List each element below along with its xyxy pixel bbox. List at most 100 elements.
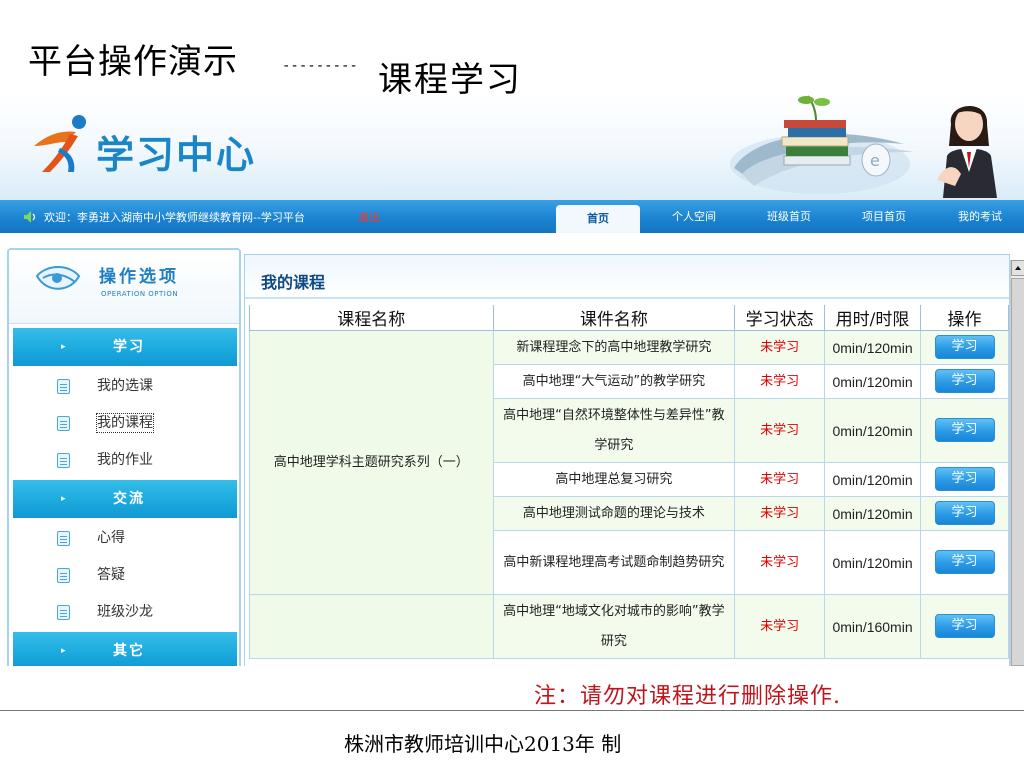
document-icon — [57, 453, 70, 468]
footer-credit: 株洲市教师培训中心2013年 制 — [344, 732, 622, 756]
time-used: 0min/160min — [824, 594, 922, 659]
time-used: 0min/120min — [824, 398, 922, 463]
books-illustration-icon: e — [730, 95, 914, 194]
sidebar-item-qa[interactable]: 答疑 — [9, 557, 239, 593]
sidebar-item-label: 答疑 — [97, 567, 125, 583]
sidebar-header: 操作选项 OPERATION OPTION — [9, 250, 239, 324]
study-button[interactable]: 学习 — [934, 550, 995, 574]
speaker-icon — [24, 211, 36, 223]
courseware-name: 高中新课程地理高考试题命制趋势研究 — [492, 530, 736, 595]
time-used: 0min/120min — [824, 462, 922, 497]
document-icon — [57, 416, 70, 431]
action-cell: 学习 — [920, 364, 1009, 399]
logo-icon — [34, 115, 86, 172]
courseware-name: 高中地理测试命题的理论与技术 — [492, 496, 736, 531]
sidebar-item-label: 我的选课 — [97, 378, 153, 394]
vertical-scrollbar[interactable] — [1010, 260, 1024, 666]
sidebar-item-class-salon[interactable]: 班级沙龙 — [9, 594, 239, 630]
panel-header: 我的课程 — [245, 255, 1009, 299]
eye-icon — [35, 266, 81, 290]
column-header: 课程名称 — [249, 305, 494, 331]
table-header-row: 课程名称 课件名称 学习状态 用时/时限 操作 — [249, 305, 1009, 331]
welcome-text: 欢迎：李勇进入湖南中小学教师继续教育网--学习平台 — [44, 211, 305, 224]
sidebar-item-label: 心得 — [97, 530, 125, 546]
table-row: 高中地理“地域文化对城市的影响”教学研究 未学习 0min/160min 学习 — [249, 594, 1009, 659]
study-status: 未学习 — [734, 398, 826, 463]
scrollbar-thumb[interactable] — [1011, 278, 1024, 666]
panel-title: 我的课程 — [261, 273, 326, 292]
sidebar-section-communication[interactable]: ▸ 交流 — [13, 480, 237, 518]
document-icon — [57, 379, 70, 394]
column-header: 操作 — [920, 305, 1009, 331]
sidebar-section-study[interactable]: ▸ 学习 — [13, 328, 237, 366]
logout-link[interactable]: 退出 — [358, 209, 380, 225]
tab-class-home[interactable]: 班级首页 — [757, 200, 821, 233]
sidebar: 操作选项 OPERATION OPTION ▸ 学习 我的选课 我的课程 我的作… — [7, 248, 241, 666]
sidebar-section-label: 交流 — [113, 491, 145, 507]
sidebar-section-label: 学习 — [113, 339, 145, 355]
slide-title: 平台操作演示 — [28, 42, 238, 82]
action-cell: 学习 — [920, 594, 1009, 659]
tab-project-home[interactable]: 项目首页 — [852, 200, 916, 233]
sidebar-item-my-courses[interactable]: 我的课程 — [9, 405, 239, 441]
study-status: 未学习 — [734, 462, 826, 497]
document-icon — [57, 605, 70, 620]
student-illustration-icon — [937, 105, 997, 198]
study-button[interactable]: 学习 — [934, 369, 995, 393]
action-cell: 学习 — [920, 496, 1009, 531]
scroll-up-arrow-icon[interactable] — [1011, 260, 1024, 276]
courseware-name: 高中地理总复习研究 — [492, 462, 736, 497]
study-status: 未学习 — [734, 330, 826, 365]
study-status: 未学习 — [734, 530, 826, 595]
time-used: 0min/120min — [824, 330, 922, 365]
time-used: 0min/120min — [824, 364, 922, 399]
triangle-right-icon: ▸ — [61, 342, 66, 352]
document-icon — [57, 568, 70, 583]
courses-table: 课程名称 课件名称 学习状态 用时/时限 操作 高中地理学科主题研究系列（一） … — [249, 305, 1009, 659]
action-cell: 学习 — [920, 462, 1009, 497]
study-button[interactable]: 学习 — [934, 418, 995, 442]
sidebar-item-label: 我的作业 — [97, 452, 153, 468]
courseware-name: 高中地理“地域文化对城市的影响”教学研究 — [492, 594, 736, 659]
tab-my-exams[interactable]: 我的考试 — [948, 200, 1012, 233]
tab-home[interactable]: 首页 — [556, 205, 640, 233]
sidebar-title-english: OPERATION OPTION — [101, 290, 179, 298]
study-status: 未学习 — [734, 594, 826, 659]
course-name-cell: 高中地理学科主题研究系列（一） — [249, 330, 494, 595]
action-cell: 学习 — [920, 398, 1009, 463]
sidebar-section-other[interactable]: ▸ 其它 — [13, 632, 237, 666]
sidebar-item-label: 我的课程 — [96, 413, 154, 433]
time-used: 0min/120min — [824, 530, 922, 595]
time-used: 0min/120min — [824, 496, 922, 531]
sidebar-item-my-homework[interactable]: 我的作业 — [9, 442, 239, 478]
courseware-name: 高中地理“自然环境整体性与差异性”教学研究 — [492, 398, 736, 463]
logo-text: 学习中心 — [96, 133, 257, 177]
triangle-right-icon: ▸ — [61, 646, 66, 656]
table-row: 高中地理学科主题研究系列（一） 新课程理念下的高中地理教学研究 未学习 0min… — [249, 330, 1009, 595]
document-icon — [57, 531, 70, 546]
top-nav-bar: 欢迎：李勇进入湖南中小学教师继续教育网--学习平台 退出 首页 个人空间 班级首… — [0, 200, 1024, 233]
svg-text:e: e — [870, 151, 880, 170]
course-name-cell — [249, 594, 494, 659]
sidebar-section-label: 其它 — [113, 643, 145, 659]
column-header: 学习状态 — [734, 305, 826, 331]
sidebar-item-my-selected-courses[interactable]: 我的选课 — [9, 368, 239, 404]
sidebar-item-label: 班级沙龙 — [97, 604, 153, 620]
warning-note: 注：请勿对课程进行删除操作. — [534, 684, 841, 709]
study-status: 未学习 — [734, 364, 826, 399]
study-button[interactable]: 学习 — [934, 335, 995, 359]
slide-title-separator: --------- — [282, 58, 358, 74]
my-courses-panel: 我的课程 课程名称 课件名称 学习状态 用时/时限 操作 高中地理学科主题研究系… — [244, 254, 1010, 666]
study-status: 未学习 — [734, 496, 826, 531]
study-button[interactable]: 学习 — [934, 467, 995, 491]
study-button[interactable]: 学习 — [934, 614, 995, 638]
tab-personal-space[interactable]: 个人空间 — [662, 200, 726, 233]
column-header: 用时/时限 — [824, 305, 922, 331]
column-header: 课件名称 — [492, 305, 736, 331]
sidebar-item-reflections[interactable]: 心得 — [9, 520, 239, 556]
footer-divider — [0, 710, 1024, 711]
study-button[interactable]: 学习 — [934, 501, 995, 525]
courseware-name: 新课程理念下的高中地理教学研究 — [492, 330, 736, 365]
sidebar-title: 操作选项 — [99, 267, 179, 287]
action-cell: 学习 — [920, 530, 1009, 595]
